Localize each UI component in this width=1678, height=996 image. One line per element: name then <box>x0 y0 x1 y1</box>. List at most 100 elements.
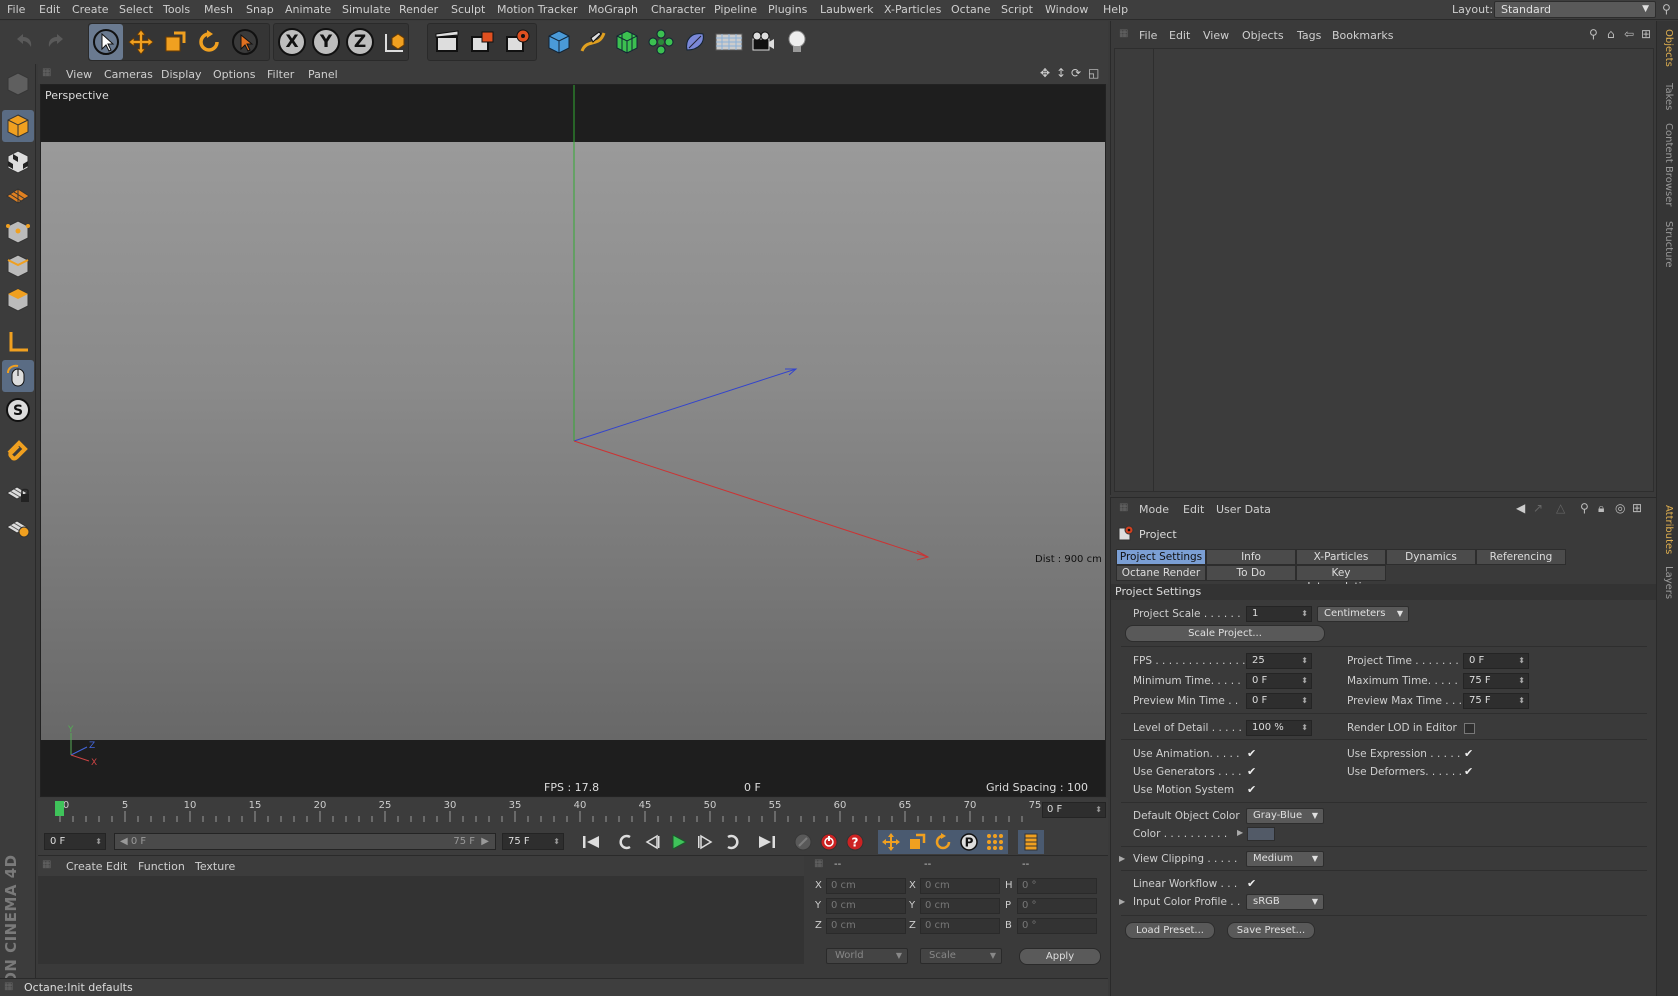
frame-ruler[interactable]: 0 5 10 15 20 25 30 35 40 45 50 55 60 65 70 75 <box>44 798 1041 824</box>
light-icon[interactable] <box>780 24 814 60</box>
next-frame-icon[interactable] <box>692 830 718 854</box>
pen-spline-icon[interactable] <box>576 24 610 60</box>
go-to-start-icon[interactable] <box>578 830 604 854</box>
select-cursor-icon[interactable] <box>89 24 123 60</box>
menu-octane[interactable]: Octane <box>951 3 991 16</box>
orbit-view-icon[interactable]: ⟳ <box>1071 66 1081 80</box>
objects-menu-edit[interactable]: Edit <box>1169 29 1190 42</box>
viewport-menu-display[interactable]: Display <box>161 68 202 81</box>
timeline-ruler[interactable]: 0 5 10 15 20 25 30 35 40 45 50 55 60 65 70 75 0 F ⬍ <box>38 798 1108 826</box>
move-icon[interactable] <box>124 24 158 60</box>
menu-file[interactable]: File <box>7 3 25 16</box>
objects-menu-objects[interactable]: Objects <box>1242 29 1284 42</box>
up-arrow-icon[interactable]: △ <box>1556 501 1565 515</box>
view-clipping-dropdown[interactable]: Medium ▼ <box>1246 851 1324 867</box>
workplane-snap-icon[interactable] <box>2 510 34 542</box>
make-editable-icon[interactable] <box>2 68 34 100</box>
menu-simulate[interactable]: Simulate <box>342 3 391 16</box>
objects-menu-file[interactable]: File <box>1139 29 1157 42</box>
side-tab-takes[interactable]: Takes <box>1663 83 1674 110</box>
tab-key-interpolation[interactable]: Key Interpolation <box>1296 565 1386 593</box>
menu-create[interactable]: Create <box>72 3 109 16</box>
viewport-menu-filter[interactable]: Filter <box>267 68 294 81</box>
tab-project-settings[interactable]: Project Settings <box>1116 549 1206 565</box>
coordinate-mode-dropdown[interactable]: World ▼ <box>826 948 908 964</box>
menu-mograph[interactable]: MoGraph <box>588 3 638 16</box>
rot-p-field[interactable]: 0 ° <box>1017 898 1097 914</box>
objects-menu-bookmarks[interactable]: Bookmarks <box>1332 29 1393 42</box>
menu-character[interactable]: Character <box>651 3 705 16</box>
workplane-mode-icon[interactable] <box>2 180 34 212</box>
z-axis-icon[interactable]: Z <box>343 24 377 60</box>
render-lod-checkbox[interactable] <box>1464 723 1475 734</box>
side-tab-structure[interactable]: Structure <box>1663 221 1674 268</box>
forward-arrow-icon[interactable]: ↗ <box>1533 501 1543 515</box>
pos-z-field[interactable]: 0 cm <box>826 918 906 934</box>
render-view-icon[interactable] <box>430 24 464 60</box>
next-key-icon[interactable] <box>719 830 745 854</box>
level-of-detail-field[interactable]: 100 % ⬍ <box>1246 720 1312 736</box>
menu-select[interactable]: Select <box>119 3 153 16</box>
default-object-color-dropdown[interactable]: Gray-Blue ▼ <box>1246 808 1324 824</box>
menu-window[interactable]: Window <box>1045 3 1088 16</box>
side-tab-objects[interactable]: Objects <box>1663 29 1674 67</box>
redo-icon[interactable] <box>40 24 74 60</box>
menu-pipeline[interactable]: Pipeline <box>714 3 757 16</box>
polygons-mode-icon[interactable] <box>2 284 34 316</box>
camera-icon[interactable] <box>746 24 780 60</box>
objects-menu-tags[interactable]: Tags <box>1297 29 1321 42</box>
target-icon[interactable]: ◎ <box>1615 501 1625 515</box>
tab-dynamics[interactable]: Dynamics <box>1386 549 1476 565</box>
menu-snap[interactable]: Snap <box>246 3 274 16</box>
axis-mode-icon[interactable] <box>2 326 34 358</box>
world-coordinate-icon[interactable] <box>377 24 411 60</box>
expand-triangle-icon[interactable]: ▶ <box>1237 828 1243 837</box>
workplane-lock-icon[interactable] <box>2 476 34 508</box>
menu-mesh[interactable]: Mesh <box>204 3 233 16</box>
attr-menu-mode[interactable]: Mode <box>1139 503 1169 516</box>
viewport-menu-view[interactable]: View <box>66 68 92 81</box>
menu-script[interactable]: Script <box>1001 3 1033 16</box>
menu-help[interactable]: Help <box>1103 3 1128 16</box>
menu-sculpt[interactable]: Sculpt <box>451 3 485 16</box>
go-to-end-icon[interactable] <box>754 830 780 854</box>
use-expression-checkbox[interactable]: ✔ <box>1464 748 1475 759</box>
preview-min-time-field[interactable]: 0 F ⬍ <box>1246 693 1312 709</box>
side-tab-attributes[interactable]: Attributes <box>1663 505 1674 554</box>
previous-key-icon[interactable] <box>613 830 639 854</box>
size-x-field[interactable]: 0 cm <box>920 878 1000 894</box>
material-menu-texture[interactable]: Texture <box>195 860 235 873</box>
input-color-profile-dropdown[interactable]: sRGB ▼ <box>1246 894 1324 910</box>
search-icon[interactable]: ⚲ <box>1580 501 1589 515</box>
tab-to-do[interactable]: To Do <box>1206 565 1296 581</box>
record-position-icon[interactable] <box>878 830 904 854</box>
material-list-area[interactable] <box>38 876 804 964</box>
use-animation-checkbox[interactable]: ✔ <box>1247 748 1258 759</box>
record-rotation-icon[interactable] <box>930 830 956 854</box>
attr-menu-user-data[interactable]: User Data <box>1216 503 1271 516</box>
menu-x-particles[interactable]: X-Particles <box>884 3 941 16</box>
back-arrow-icon[interactable]: ◀ <box>1516 501 1525 515</box>
rot-b-field[interactable]: 0 ° <box>1017 918 1097 934</box>
project-scale-unit-dropdown[interactable]: Centimeters ▼ <box>1317 606 1409 622</box>
timeline-window-icon[interactable] <box>1018 830 1044 854</box>
material-menu-function[interactable]: Function <box>138 860 185 873</box>
record-parameter-icon[interactable]: P <box>956 830 982 854</box>
menu-render[interactable]: Render <box>399 3 438 16</box>
snap-magnet-icon[interactable] <box>2 436 34 468</box>
menu-laubwerk[interactable]: Laubwerk <box>820 3 873 16</box>
pan-view-icon[interactable]: ✥ <box>1040 66 1050 80</box>
preview-max-time-field[interactable]: 75 F ⬍ <box>1463 693 1529 709</box>
rot-h-field[interactable]: 0 ° <box>1017 878 1097 894</box>
color-swatch[interactable] <box>1247 827 1275 841</box>
tab-referencing[interactable]: Referencing <box>1476 549 1566 565</box>
back-icon[interactable]: ⇦ <box>1624 27 1634 41</box>
object-list[interactable] <box>1114 48 1654 492</box>
live-select-icon[interactable] <box>228 24 262 60</box>
objects-menu-view[interactable]: View <box>1203 29 1229 42</box>
texture-mode-icon[interactable] <box>2 146 34 178</box>
save-preset-button[interactable]: Save Preset... <box>1227 922 1315 939</box>
side-tab-layers[interactable]: Layers <box>1663 566 1674 599</box>
tab-octane-render[interactable]: Octane Render <box>1116 565 1206 581</box>
solo-mode-icon[interactable]: S <box>2 394 34 426</box>
